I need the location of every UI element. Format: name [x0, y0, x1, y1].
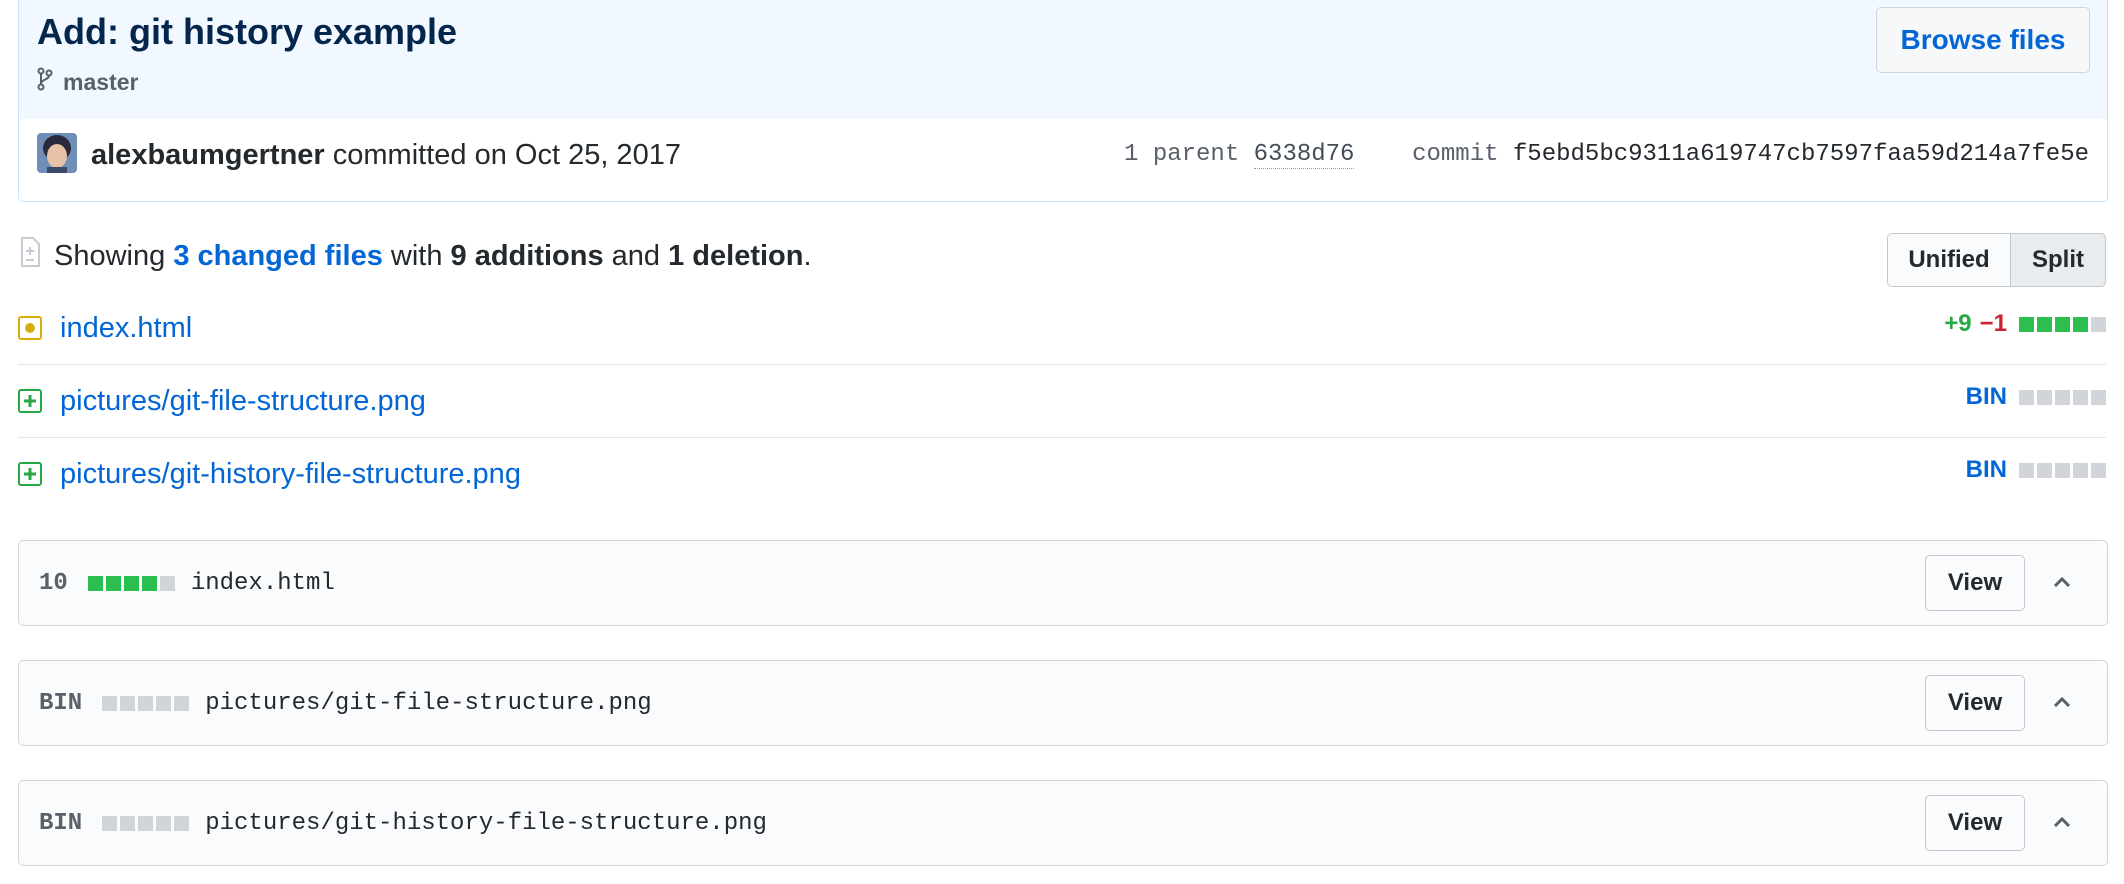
toc-and-text: and	[611, 239, 661, 272]
view-file-button[interactable]: View	[1925, 675, 2025, 731]
commit-meta: alexbaumgertner committed on Oct 25, 201…	[19, 119, 2107, 201]
file-stats: BIN	[1966, 456, 2106, 484]
toc-file-item: pictures/git-file-structure.png BIN	[18, 365, 2106, 438]
diffstat-count: 10	[39, 570, 68, 597]
file-header: BIN pictures/git-history-file-structure.…	[18, 780, 2108, 866]
commit-label: commit	[1412, 141, 1499, 168]
parent-sha-link[interactable]: 6338d76	[1253, 141, 1355, 169]
toc-file-link[interactable]: pictures/git-file-structure.png	[60, 385, 426, 418]
toc-with-text: with	[390, 239, 443, 272]
toc-showing-text: Showing	[54, 239, 166, 272]
toc-file-list: index.html +9 −1 pictures/git-file-struc…	[18, 292, 2106, 510]
commit-sha: f5ebd5bc9311a619747cb7597faa59d214a7fe5e	[1512, 141, 2089, 168]
view-file-button[interactable]: View	[1925, 795, 2025, 851]
file-header: BIN pictures/git-file-structure.png View	[18, 660, 2108, 746]
avatar[interactable]	[37, 133, 77, 173]
toc-summary: Showing 3 changed files with 9 additions…	[18, 236, 812, 276]
chevron-up-icon[interactable]	[2049, 809, 2075, 835]
commit-header: Add: git history example master Browse f…	[18, 0, 2108, 202]
browse-files-button[interactable]: Browse files	[1876, 7, 2090, 73]
diffstat-blocks	[2019, 316, 2106, 332]
toc-file-link[interactable]: pictures/git-history-file-structure.png	[60, 458, 521, 491]
changed-files-link[interactable]: 3 changed files	[173, 240, 383, 272]
file-modified-icon	[18, 316, 42, 340]
diff-view-toggle: Unified Split	[1887, 233, 2106, 287]
toc-file-item: index.html +9 −1	[18, 292, 2106, 365]
chevron-up-icon[interactable]	[2049, 689, 2075, 715]
parent-label: 1 parent	[1124, 141, 1240, 168]
file-path-link[interactable]: pictures/git-history-file-structure.png	[205, 810, 767, 837]
file-path-link[interactable]: pictures/git-file-structure.png	[205, 690, 651, 717]
file-added-icon	[18, 389, 42, 413]
toc-period: .	[803, 239, 812, 272]
diffstat-blocks	[102, 816, 190, 831]
file-header: 10 index.html View	[18, 540, 2108, 626]
diffstat-blocks	[2019, 389, 2106, 405]
diff-icon	[18, 236, 42, 276]
binary-label: BIN	[1965, 456, 2007, 483]
toc-file-item: pictures/git-history-file-structure.png …	[18, 438, 2106, 510]
diffstat-blocks	[87, 576, 175, 591]
branch-name: master	[63, 68, 139, 95]
deletions-count: 1 deletion	[668, 239, 804, 272]
binary-label: BIN	[1965, 383, 2007, 410]
file-additions: +9	[1944, 310, 1972, 337]
commit-title: Add: git history example	[37, 11, 458, 52]
additions-count: 9 additions	[450, 239, 604, 272]
split-button[interactable]: Split	[2011, 233, 2106, 287]
diffstat-blocks	[102, 696, 190, 711]
diffstat-count: BIN	[39, 690, 83, 717]
file-deletions: −1	[1979, 310, 2007, 337]
unified-button[interactable]: Unified	[1887, 233, 2011, 287]
file-added-icon	[18, 462, 42, 486]
toc-file-link[interactable]: index.html	[60, 312, 192, 345]
sha-block: 1 parent 6338d76 commit f5ebd5bc9311a619…	[1124, 141, 2089, 169]
file-path-link[interactable]: index.html	[191, 570, 335, 597]
diffstat-blocks	[2019, 462, 2106, 478]
chevron-up-icon[interactable]	[2049, 569, 2075, 595]
branch-label[interactable]: master	[37, 67, 138, 97]
git-branch-icon	[37, 67, 53, 97]
commit-author-link[interactable]: alexbaumgertner	[91, 139, 325, 171]
commit-title-area: Add: git history example master Browse f…	[19, 0, 2107, 120]
file-stats: +9 −1	[1944, 310, 2106, 338]
commit-date-text: committed on Oct 25, 2017	[332, 139, 681, 171]
view-file-button[interactable]: View	[1925, 555, 2025, 611]
diffstat-count: BIN	[39, 810, 83, 837]
file-stats: BIN	[1966, 383, 2106, 411]
